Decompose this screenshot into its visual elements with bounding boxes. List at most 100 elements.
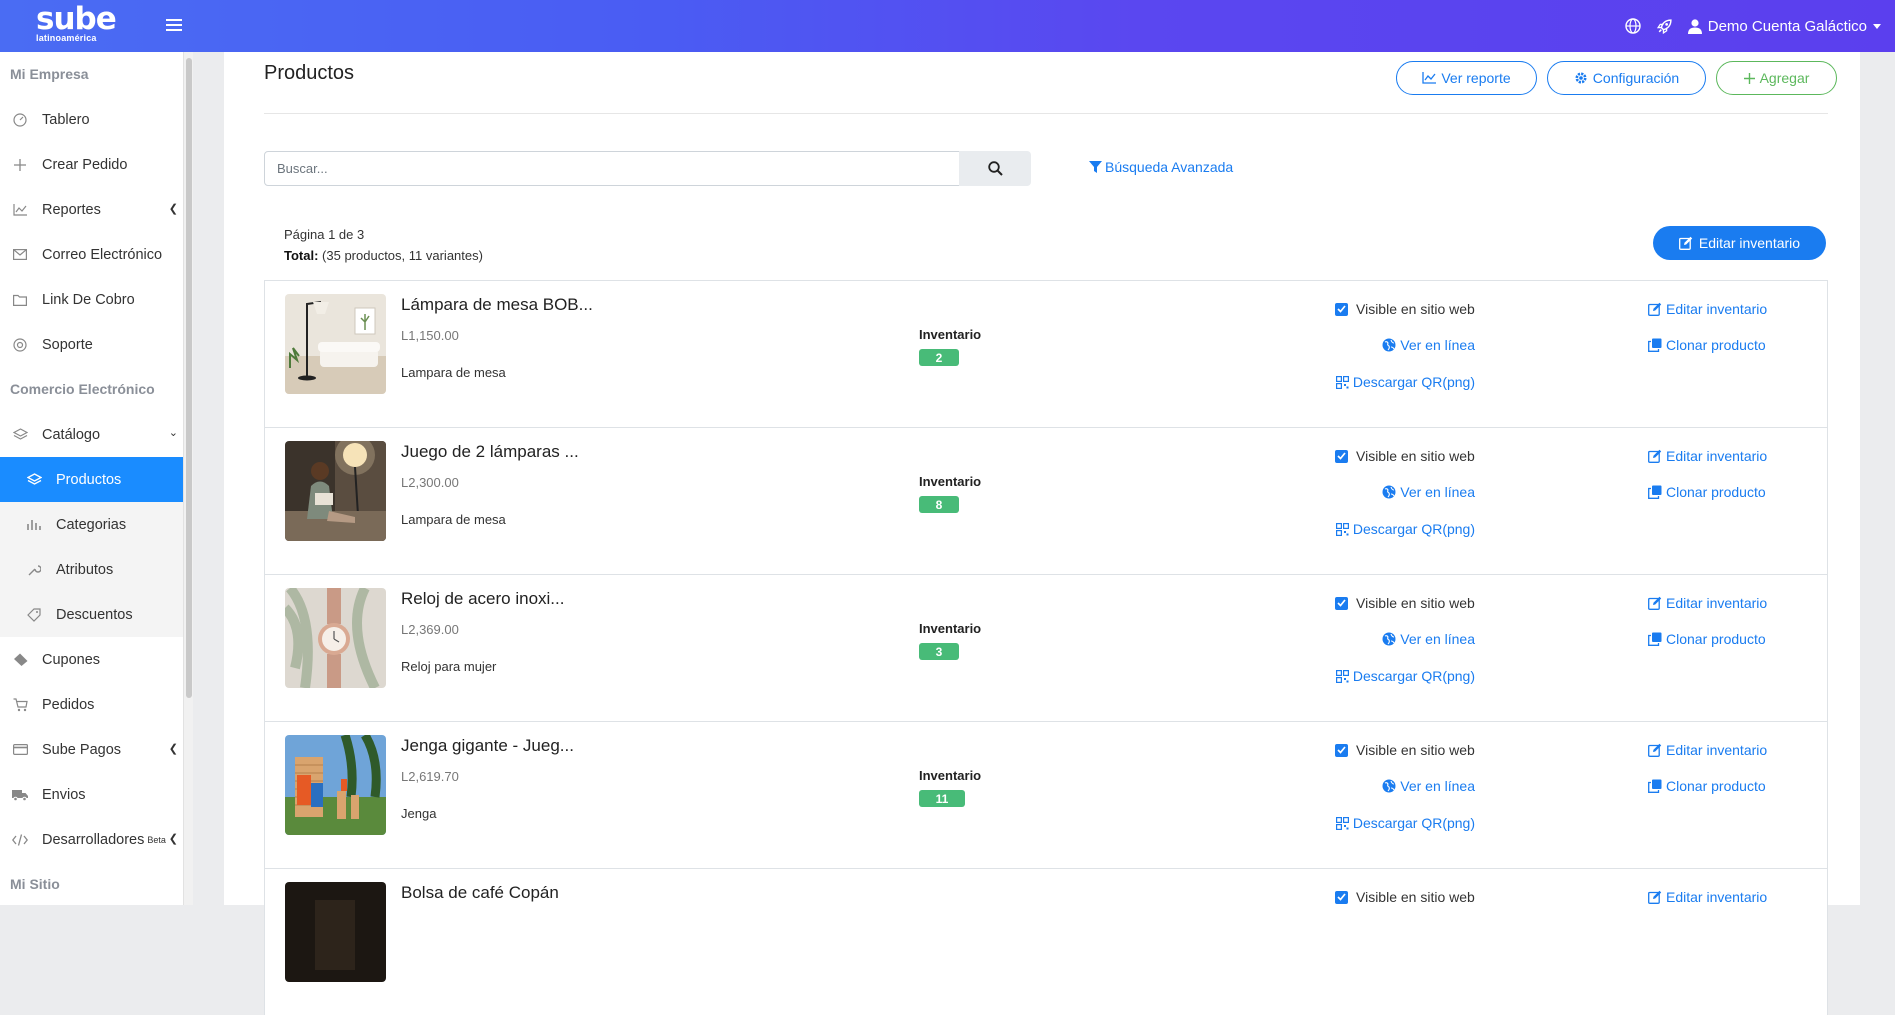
checkbox-checked-icon[interactable] [1335, 890, 1348, 904]
folder-icon [12, 292, 28, 308]
visible-label: Visible en sitio web [1356, 301, 1475, 317]
product-name[interactable]: Lámpara de mesa BOB... [401, 295, 593, 315]
globe-icon [1382, 779, 1396, 793]
truck-icon [12, 787, 28, 803]
edit-inventory-link[interactable]: Editar inventario [1648, 595, 1767, 611]
sidebar-item-label: Reportes [42, 201, 101, 218]
product-name[interactable]: Juego de 2 lámparas ... [401, 442, 579, 462]
chevron-left-icon: ❮ [168, 833, 178, 845]
visible-checkbox[interactable]: Visible en sitio web [1335, 301, 1475, 317]
sidebar-item-categorias[interactable]: Categorias [0, 502, 184, 547]
sidebar-item-descuentos[interactable]: Descuentos [0, 592, 184, 637]
sidebar-item-pedidos[interactable]: Pedidos [0, 682, 184, 727]
cart-icon [12, 697, 28, 713]
product-image[interactable] [285, 441, 386, 541]
search-button[interactable] [959, 151, 1031, 186]
bar-chart-icon [26, 517, 42, 533]
visible-checkbox[interactable]: Visible en sitio web [1335, 448, 1475, 464]
layers-icon [12, 427, 28, 443]
search-input[interactable]: Buscar... [264, 151, 960, 186]
clone-product-link[interactable]: Clonar producto [1648, 337, 1766, 353]
sidebar-item-envios[interactable]: Envios [0, 772, 184, 817]
rocket-icon[interactable] [1656, 17, 1674, 35]
checkbox-checked-icon[interactable] [1335, 302, 1348, 316]
chevron-left-icon: ❮ [168, 203, 178, 215]
product-row: Jenga gigante - Jueg... L2,619.70 Jenga … [264, 721, 1828, 868]
edit-inventory-button[interactable]: Editar inventario [1653, 226, 1826, 260]
clone-icon [1648, 338, 1662, 352]
filter-icon [1089, 160, 1102, 173]
sidebar-item-cupones[interactable]: Cupones [0, 637, 184, 682]
product-name[interactable]: Reloj de acero inoxi... [401, 589, 564, 609]
edit-inventory-link[interactable]: Editar inventario [1648, 301, 1767, 317]
visible-checkbox[interactable]: Visible en sitio web [1335, 889, 1475, 905]
visible-checkbox[interactable]: Visible en sitio web [1335, 595, 1475, 611]
view-report-button[interactable]: Ver reporte [1396, 61, 1537, 95]
clone-icon [1648, 779, 1662, 793]
page-title: Productos [264, 62, 355, 84]
advanced-search-link[interactable]: Búsqueda Avanzada [1089, 159, 1233, 175]
sidebar-item-label: Crear Pedido [42, 156, 128, 173]
edit-icon [1678, 236, 1693, 250]
scrollbar-thumb[interactable] [186, 58, 192, 698]
product-row: Bolsa de café Copán Visible en sitio web… [264, 868, 1828, 1015]
edit-inventory-link[interactable]: Editar inventario [1648, 742, 1767, 758]
sidebar-item-sube-pagos[interactable]: Sube Pagos ❮ [0, 727, 184, 772]
sidebar-item-link-cobro[interactable]: Link De Cobro [0, 277, 184, 322]
download-qr-link[interactable]: Descargar QR(png) [1335, 521, 1475, 537]
view-online-link[interactable]: Ver en línea [1382, 337, 1475, 353]
product-row: Reloj de acero inoxi... L2,369.00 Reloj … [264, 574, 1828, 721]
inventory-badge: 2 [919, 349, 959, 366]
clone-product-label: Clonar producto [1666, 484, 1766, 500]
clone-product-link[interactable]: Clonar producto [1648, 631, 1766, 647]
checkbox-checked-icon[interactable] [1335, 449, 1348, 463]
product-image[interactable] [285, 294, 386, 394]
add-product-button[interactable]: Agregar [1716, 61, 1837, 95]
view-online-link[interactable]: Ver en línea [1382, 484, 1475, 500]
globe-icon[interactable] [1624, 17, 1642, 35]
sidebar-scrollbar[interactable] [183, 52, 193, 905]
product-image[interactable] [285, 735, 386, 835]
sidebar-item-crear-pedido[interactable]: Crear Pedido [0, 142, 184, 187]
user-name: Demo Cuenta Galáctico [1707, 17, 1867, 35]
user-menu[interactable]: Demo Cuenta Galáctico [1687, 17, 1881, 35]
ticket-icon [12, 652, 28, 668]
product-image[interactable] [285, 882, 386, 982]
configuration-button[interactable]: Configuración [1547, 61, 1706, 95]
sidebar-item-catalogo[interactable]: Catálogo ⌄ [0, 412, 184, 457]
view-online-link[interactable]: Ver en línea [1382, 631, 1475, 647]
clone-product-link[interactable]: Clonar producto [1648, 778, 1766, 794]
checkbox-checked-icon[interactable] [1335, 743, 1348, 757]
download-qr-link[interactable]: Descargar QR(png) [1335, 815, 1475, 831]
sidebar-item-reportes[interactable]: Reportes ❮ [0, 187, 184, 232]
sidebar-item-correo[interactable]: Correo Electrónico [0, 232, 184, 277]
sidebar-item-productos[interactable]: Productos [0, 457, 184, 502]
layers-icon [26, 472, 42, 488]
edit-icon [1648, 596, 1662, 610]
menu-toggle-icon[interactable] [166, 16, 182, 32]
line-chart-icon [12, 202, 28, 218]
edit-inventory-link[interactable]: Editar inventario [1648, 448, 1767, 464]
product-price: L2,369.00 [401, 622, 459, 637]
sidebar-item-soporte[interactable]: Soporte [0, 322, 184, 367]
edit-inventory-link[interactable]: Editar inventario [1648, 889, 1767, 905]
product-name[interactable]: Bolsa de café Copán [401, 883, 559, 903]
sidebar-item-tablero[interactable]: Tablero [0, 97, 184, 142]
sidebar-item-atributos[interactable]: Atributos [0, 547, 184, 592]
clone-icon [1648, 485, 1662, 499]
product-price: L2,300.00 [401, 475, 459, 490]
edit-icon [1648, 302, 1662, 316]
product-category: Jenga [401, 806, 437, 821]
globe-icon [1382, 485, 1396, 499]
product-image[interactable] [285, 588, 386, 688]
checkbox-checked-icon[interactable] [1335, 596, 1348, 610]
sidebar: Mi Empresa Tablero Crear Pedido Reportes… [0, 52, 184, 905]
clone-product-link[interactable]: Clonar producto [1648, 484, 1766, 500]
view-online-link[interactable]: Ver en línea [1382, 778, 1475, 794]
sidebar-item-desarrolladores[interactable]: Desarrolladores Beta ❮ [0, 817, 184, 862]
download-qr-link[interactable]: Descargar QR(png) [1335, 374, 1475, 390]
product-name[interactable]: Jenga gigante - Jueg... [401, 736, 574, 756]
visible-checkbox[interactable]: Visible en sitio web [1335, 742, 1475, 758]
download-qr-link[interactable]: Descargar QR(png) [1335, 668, 1475, 684]
sube-logo[interactable]: sube latinoamérica [36, 4, 117, 48]
